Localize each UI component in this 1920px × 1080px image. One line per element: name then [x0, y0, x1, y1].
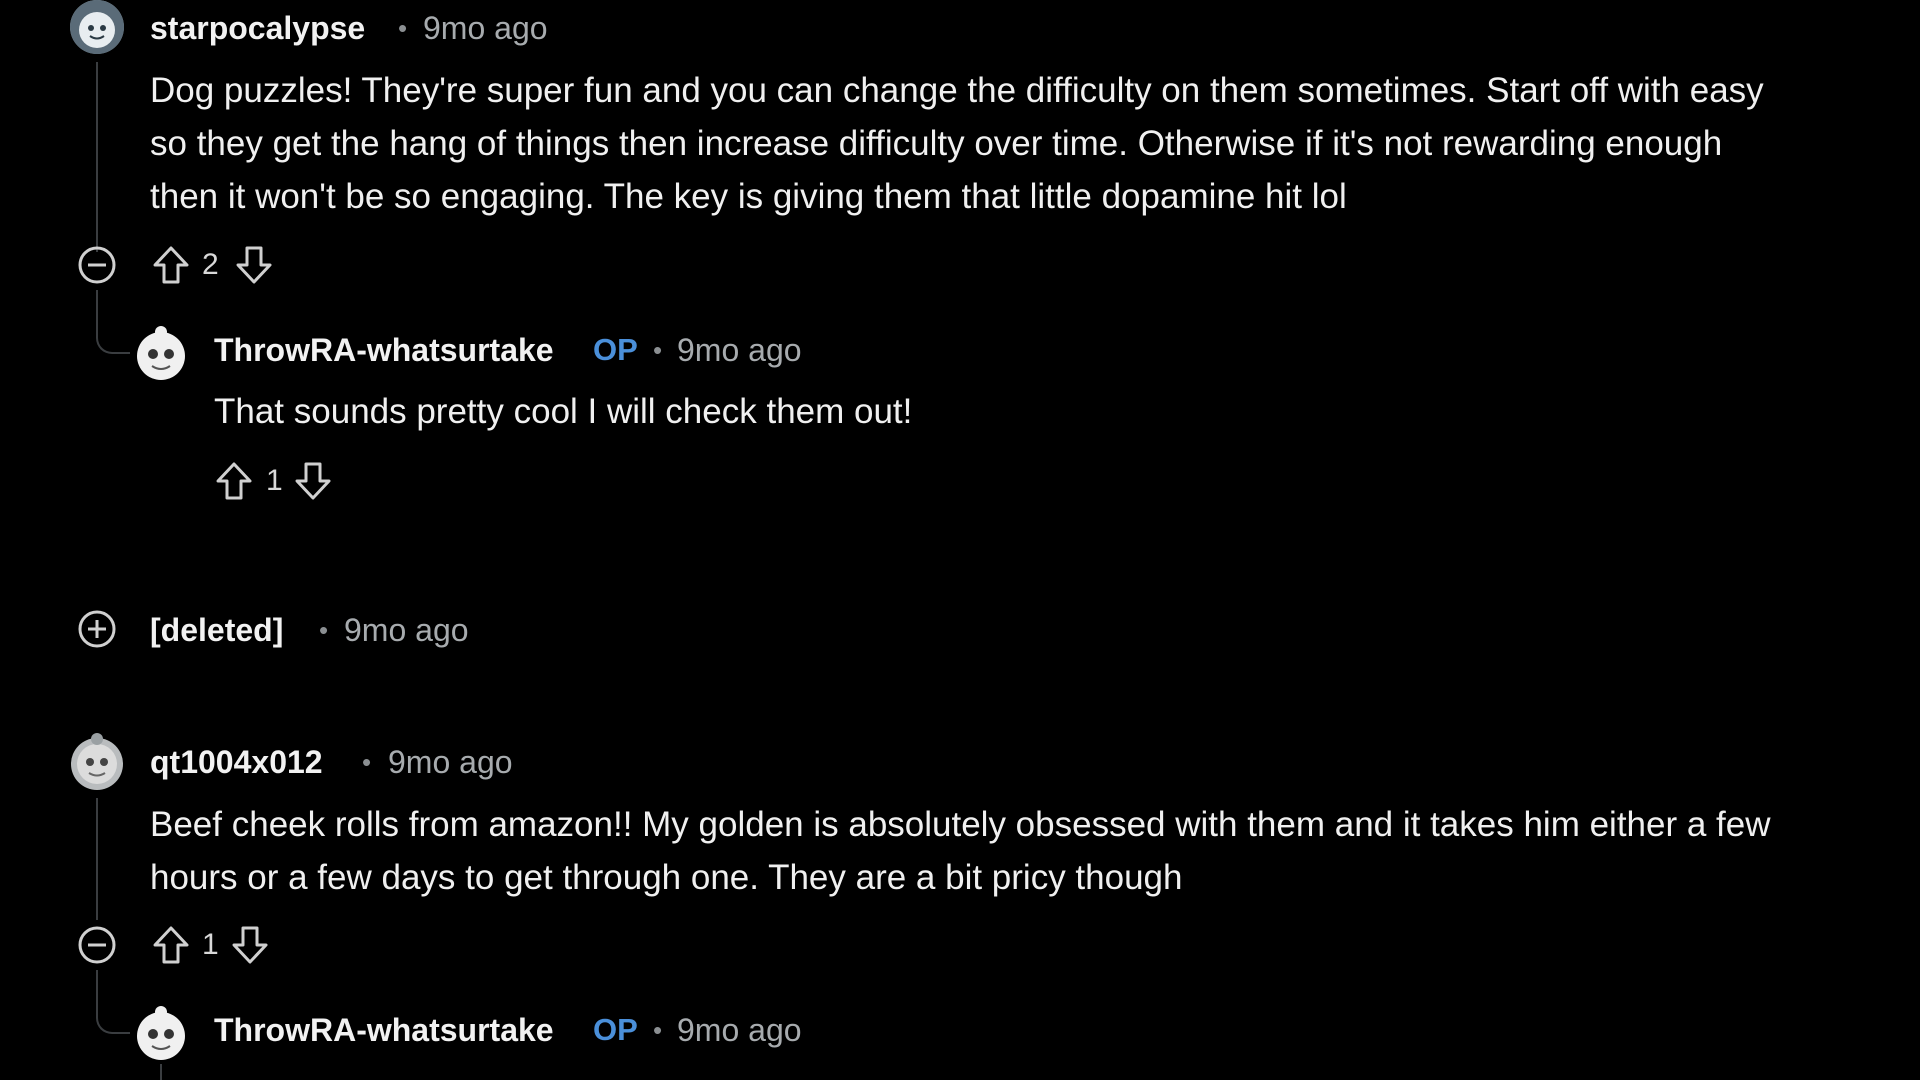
- snoo-avatar-icon: [137, 1006, 185, 1060]
- op-badge: OP: [593, 332, 638, 367]
- thread-line[interactable]: [96, 970, 130, 1034]
- thread-line[interactable]: [160, 1064, 162, 1080]
- comment-timestamp[interactable]: 9mo ago: [677, 1010, 802, 1050]
- comment-body-line: then it won't be so engaging. The key is…: [150, 177, 1347, 216]
- arrow-up-icon[interactable]: [213, 460, 255, 502]
- thread-line[interactable]: [96, 798, 98, 920]
- vote-count: 1: [266, 464, 283, 497]
- snoo-avatar-icon: [70, 0, 124, 54]
- thread-line[interactable]: [96, 62, 98, 252]
- vote-count: 2: [202, 248, 219, 281]
- arrow-down-icon[interactable]: [292, 460, 334, 502]
- separator-dot: •: [362, 747, 372, 777]
- comment-timestamp[interactable]: 9mo ago: [423, 8, 548, 48]
- vote-count: 1: [202, 928, 219, 961]
- comment-body-line: hours or a few days to get through one. …: [150, 858, 1183, 897]
- minus-circle-icon[interactable]: [77, 925, 117, 965]
- snoo-avatar-icon: [137, 326, 185, 380]
- avatar[interactable]: [130, 320, 192, 382]
- snoo-avatar-icon: [71, 733, 123, 790]
- avatar[interactable]: [70, 0, 124, 54]
- arrow-up-icon[interactable]: [150, 924, 192, 966]
- comment-author[interactable]: qt1004x012: [150, 742, 323, 782]
- comment-author[interactable]: ThrowRA-whatsurtake: [214, 330, 554, 370]
- avatar[interactable]: [66, 730, 128, 792]
- separator-dot: •: [319, 615, 329, 645]
- comment-body-line: That sounds pretty cool I will check the…: [214, 392, 913, 431]
- comment-body-line: Beef cheek rolls from amazon!! My golden…: [150, 805, 1771, 844]
- op-badge: OP: [593, 1012, 638, 1047]
- comment-author[interactable]: starpocalypse: [150, 8, 365, 48]
- plus-circle-icon[interactable]: [77, 609, 117, 649]
- comment-body-line: Dog puzzles! They're super fun and you c…: [150, 71, 1764, 110]
- thread-line[interactable]: [96, 290, 130, 354]
- separator-dot: •: [398, 13, 408, 43]
- comment-body-line: so they get the hang of things then incr…: [150, 124, 1723, 163]
- avatar[interactable]: [130, 1000, 192, 1062]
- separator-dot: •: [653, 1015, 663, 1045]
- arrow-up-icon[interactable]: [150, 244, 192, 286]
- comment-timestamp[interactable]: 9mo ago: [388, 742, 513, 782]
- comment-timestamp[interactable]: 9mo ago: [677, 330, 802, 370]
- comment-author[interactable]: ThrowRA-whatsurtake: [214, 1010, 554, 1050]
- comment-author[interactable]: [deleted]: [150, 610, 283, 650]
- arrow-down-icon[interactable]: [233, 244, 275, 286]
- minus-circle-icon[interactable]: [77, 245, 117, 285]
- arrow-down-icon[interactable]: [229, 924, 271, 966]
- separator-dot: •: [653, 335, 663, 365]
- comment-timestamp[interactable]: 9mo ago: [344, 610, 469, 650]
